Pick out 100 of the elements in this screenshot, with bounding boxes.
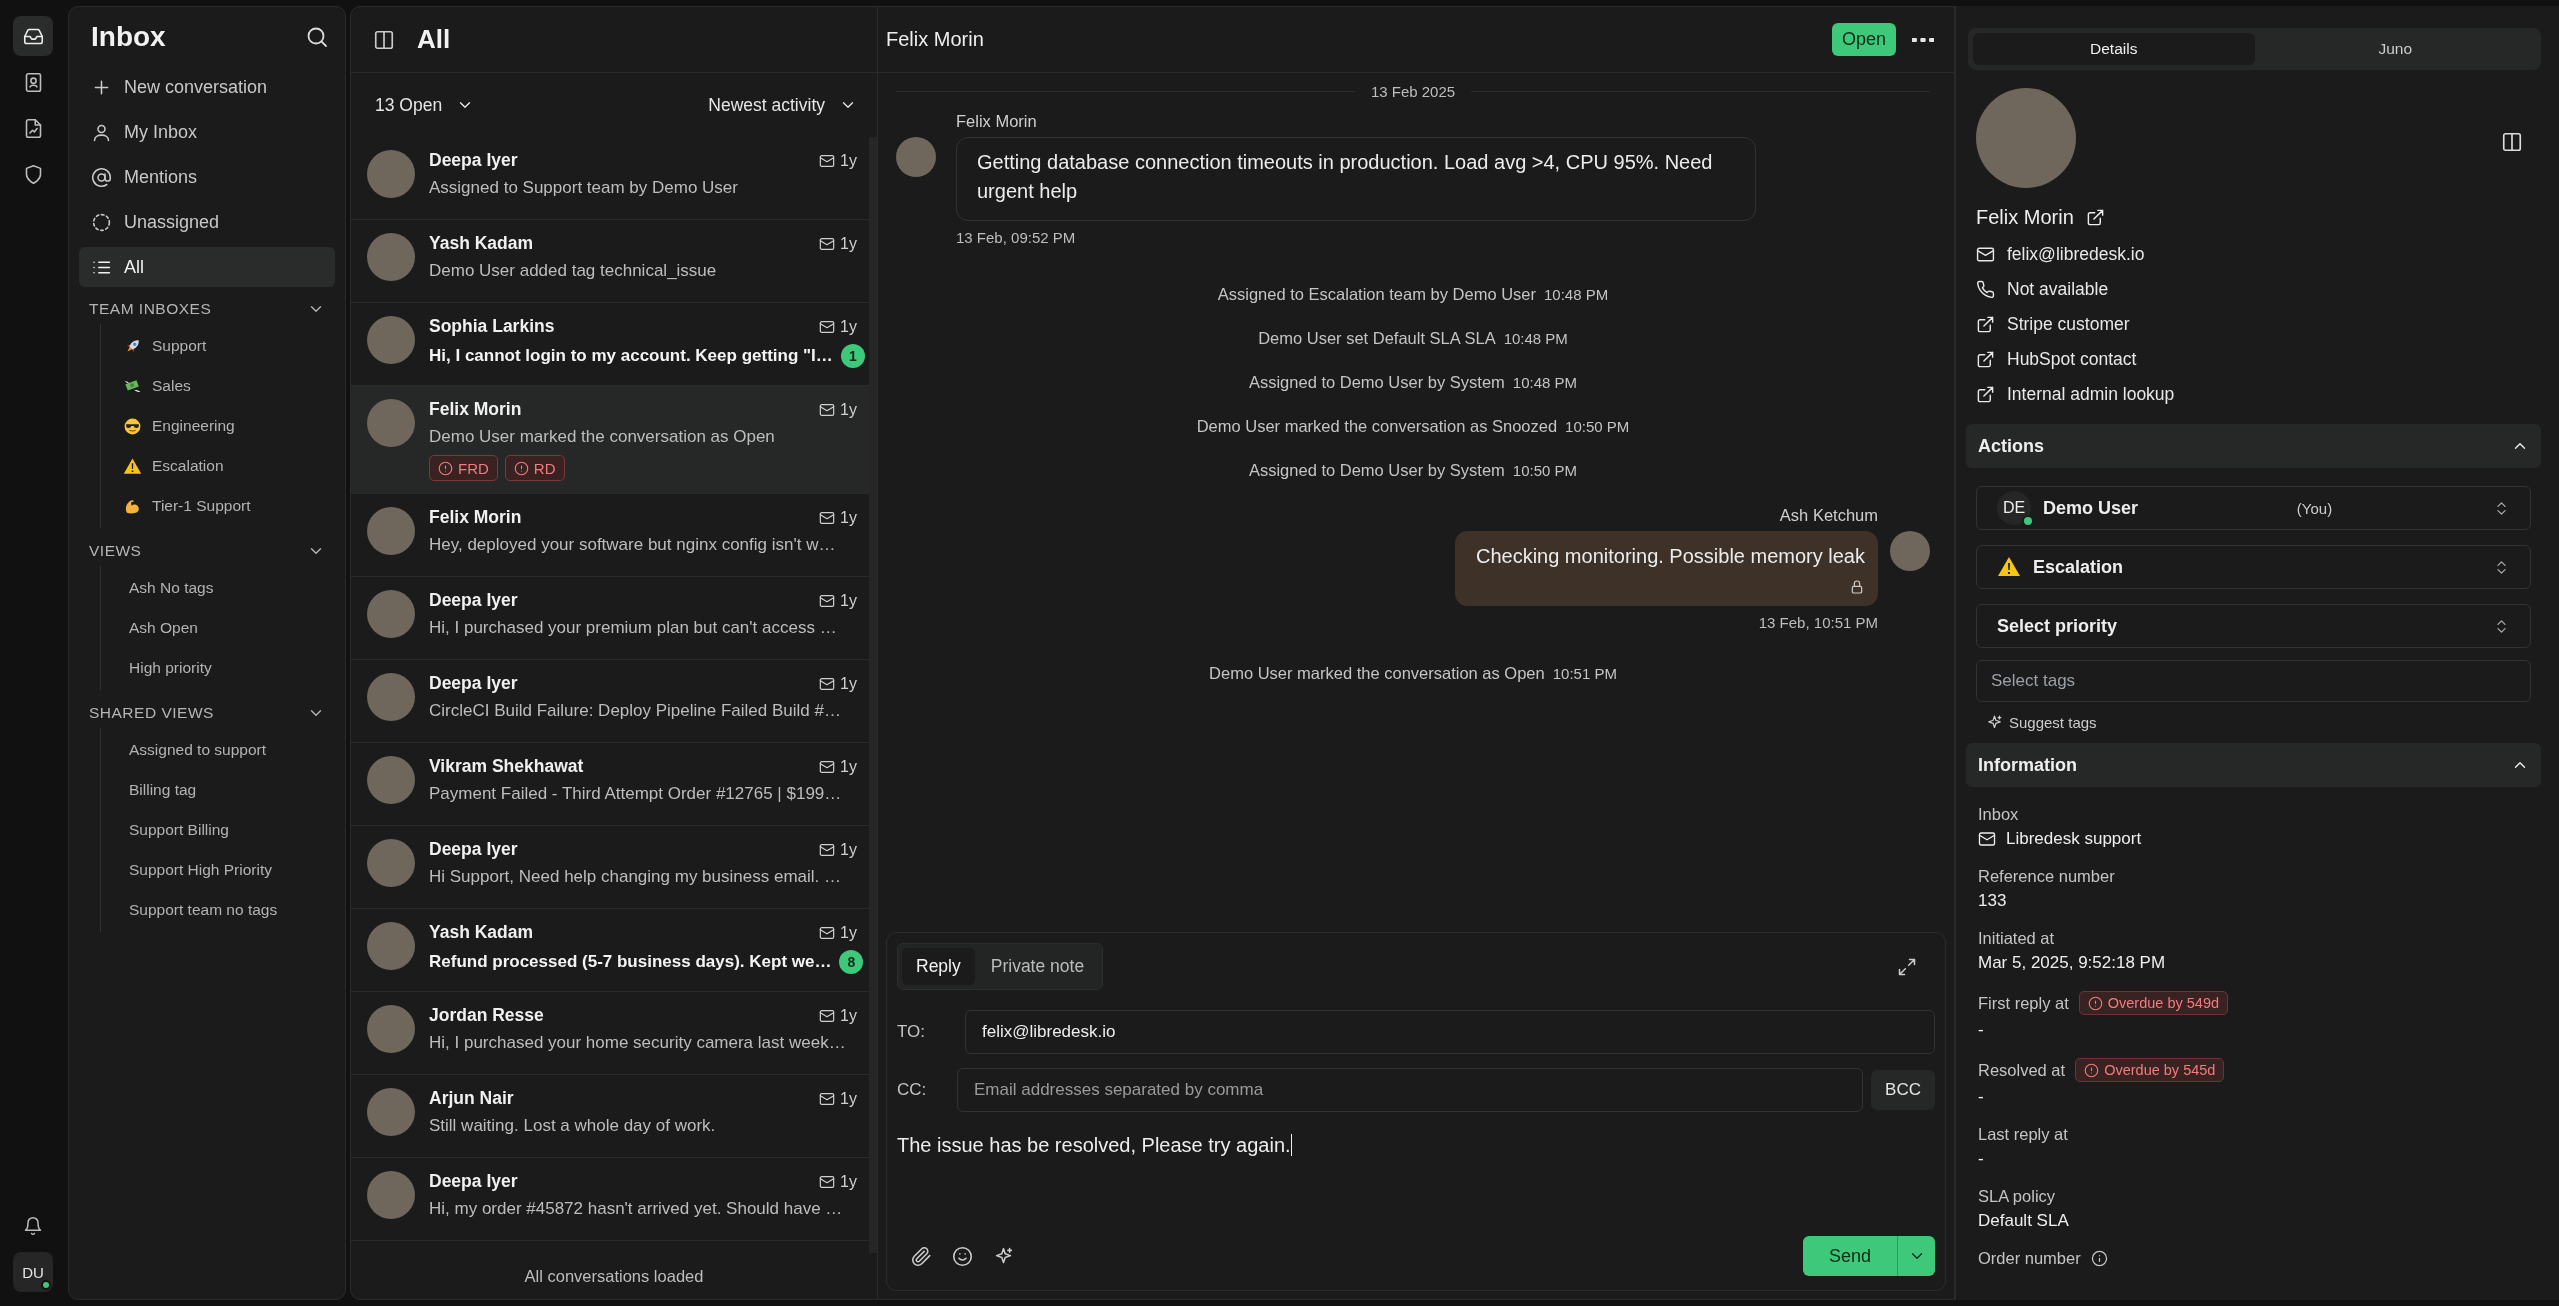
contact-link[interactable]: Internal admin lookup [2007, 384, 2175, 405]
sidebar-item[interactable]: Support High Priority [101, 850, 335, 890]
message-editor[interactable]: The issue has be resolved, Please try again. [897, 1126, 1935, 1236]
conversation-row[interactable]: Deepa Iyer 1y Assigned to Support team by Demo User [351, 137, 869, 220]
sidebar-item[interactable]: Escalation [101, 446, 335, 486]
panel-tab[interactable]: Juno [2254, 33, 2536, 65]
contact-link[interactable]: HubSpot contact [2007, 349, 2137, 370]
conversation-row[interactable]: Jordan Resse 1y Hi, I purchased your home security camera last week… [351, 992, 869, 1075]
assignee-select[interactable]: DE Demo User (You) [1976, 486, 2531, 530]
composer-tab[interactable]: Reply [902, 948, 975, 985]
status-button[interactable]: Open [1831, 23, 1896, 56]
user-avatar[interactable]: DU [13, 1252, 53, 1292]
suggest-tags-button[interactable]: Suggest tags [1986, 714, 2097, 731]
more-options-button[interactable] [1912, 37, 1934, 42]
sidebar-item[interactable]: Unassigned [79, 202, 335, 242]
conversation-row[interactable]: Yash Kadam 1y Demo User added tag technical_issue [351, 220, 869, 303]
conversation-row[interactable]: Deepa Iyer 1y Hi Support, Need help changing my business email. … [351, 826, 869, 909]
avatar [367, 316, 415, 364]
avatar [367, 673, 415, 721]
field-label: SLA policy [1978, 1187, 2056, 1206]
activity-text: Assigned to Demo User by System [1248, 460, 1505, 480]
panel-tab[interactable]: Details [1973, 33, 2255, 65]
alert-circle-icon [2087, 995, 2103, 1011]
sort-dropdown[interactable]: Newest activity [708, 94, 857, 116]
cc-field[interactable]: Email addresses separated by comma [957, 1068, 1864, 1112]
field-value: - [1978, 1149, 1984, 1169]
sidebar-item[interactable]: My Inbox [79, 112, 335, 152]
sidebar-item[interactable]: Ash No tags [101, 568, 335, 608]
field-label: Last reply at [1978, 1125, 2068, 1144]
contact-name: Deepa Iyer [429, 1171, 518, 1192]
sidebar-item[interactable]: Support Billing [101, 810, 335, 850]
conversation-row[interactable]: Deepa Iyer 1y Hi, I purchased your premium plan but can't access … [351, 577, 869, 660]
field-value: Default SLA [1978, 1211, 2069, 1231]
field-label: Reference number [1978, 867, 2115, 886]
message-preview: Hi, my order #45872 hasn't arrived yet. Should have … [429, 1199, 843, 1219]
paperclip-icon [911, 1245, 932, 1267]
priority-select[interactable]: Select priority [1976, 604, 2531, 648]
conversation-row[interactable]: Deepa Iyer 1y Hi, my order #45872 hasn't arrived yet. Should have … [351, 1158, 869, 1241]
sidebar-item[interactable]: High priority [101, 648, 335, 688]
sidebar-item[interactable]: Billing tag [101, 770, 335, 810]
sidebar-item[interactable]: Ash Open [101, 608, 335, 648]
emoji-button[interactable] [952, 1245, 973, 1267]
message-preview: CircleCI Build Failure: Deploy Pipeline Failed Build #… [429, 701, 841, 721]
mail-icon [819, 318, 836, 335]
warning-icon [1997, 555, 2021, 579]
avatar [367, 1005, 415, 1053]
conversation-row[interactable]: Deepa Iyer 1y CircleCI Build Failure: Deploy Pipeline Failed Build #… [351, 660, 869, 743]
status-filter-dropdown[interactable]: 13 Open [375, 94, 475, 116]
sidebar-item[interactable]: Support [101, 326, 335, 366]
conversation-row[interactable]: Felix Morin 1y Hey, deployed your software but nginx config isn't w… [351, 494, 869, 577]
bell-icon [23, 1216, 43, 1236]
message-preview: Hi, I purchased your home security camera last week… [429, 1033, 846, 1053]
team-select[interactable]: Escalation [1976, 545, 2531, 589]
sunglasses-face-icon [123, 416, 142, 436]
send-button[interactable]: Send [1802, 1236, 1897, 1276]
avatar [367, 922, 415, 970]
sidebar-item[interactable]: Sales [101, 366, 335, 406]
composer-tab[interactable]: Private note [976, 948, 1099, 985]
sidebar-item[interactable]: Tier-1 Support [101, 486, 335, 526]
attach-button[interactable] [911, 1245, 932, 1267]
date-divider: 13 Feb 2025 [896, 83, 1930, 100]
conversation-time: 1y [840, 151, 857, 170]
message-time: 13 Feb, 09:52 PM [956, 229, 1076, 246]
rail-nav-button[interactable] [13, 16, 53, 56]
sidebar-item[interactable]: Assigned to support [101, 730, 335, 770]
open-contact-link[interactable] [2085, 208, 2105, 227]
cc-label: CC: [897, 1080, 928, 1100]
bcc-button[interactable]: BCC [1871, 1070, 1935, 1110]
sidebar-item[interactable]: All [79, 247, 335, 287]
mail-icon [819, 758, 836, 775]
conversation-row[interactable]: Arjun Nair 1y Still waiting. Lost a whole day of work. [351, 1075, 869, 1158]
message-preview: Payment Failed - Third Attempt Order #12765 | $199… [429, 784, 842, 804]
conversation-row[interactable]: Yash Kadam 1y Refund processed (5-7 business days). Kept we… 8 [351, 909, 869, 992]
message-preview: Demo User added tag technical_issue [429, 261, 717, 281]
mail-icon [1976, 245, 1995, 264]
external-link-icon [1976, 350, 1995, 369]
mail-icon [819, 675, 836, 692]
toggle-sidebar-button[interactable] [373, 28, 395, 51]
contact-link[interactable]: Stripe customer [2007, 314, 2130, 335]
assignee-note: (You) [2295, 499, 2334, 517]
sidebar-item[interactable]: New conversation [79, 67, 335, 107]
conversation-time: 1y [840, 317, 857, 336]
panel-icon [2501, 131, 2523, 153]
mail-icon [819, 592, 836, 609]
avatar [1890, 531, 1930, 571]
message-preview: Refund processed (5-7 business days). Kept we… [429, 952, 832, 972]
tags-field[interactable]: Select tags [1976, 660, 2531, 702]
search-button[interactable] [305, 25, 329, 49]
expand-button[interactable] [1897, 956, 1917, 977]
conversation-row[interactable]: Vikram Shekhawat 1y Payment Failed - Third Attempt Order #12765 | $199… [351, 743, 869, 826]
sidebar-item[interactable]: Mentions [79, 157, 335, 197]
to-field[interactable]: felix@libredesk.io [965, 1010, 1935, 1054]
contact-field: Not available [2007, 279, 2109, 300]
search-icon [305, 25, 329, 49]
conversation-time: 1y [840, 1172, 857, 1191]
avatar [367, 233, 415, 281]
conversation-row[interactable]: Felix Morin 1y Demo User marked the conversation as Open FRD RD [351, 386, 869, 494]
sidebar-item[interactable]: Engineering [101, 406, 335, 446]
send-options-button[interactable] [1897, 1236, 1935, 1276]
sidebar-item[interactable]: Support team no tags [101, 890, 335, 930]
